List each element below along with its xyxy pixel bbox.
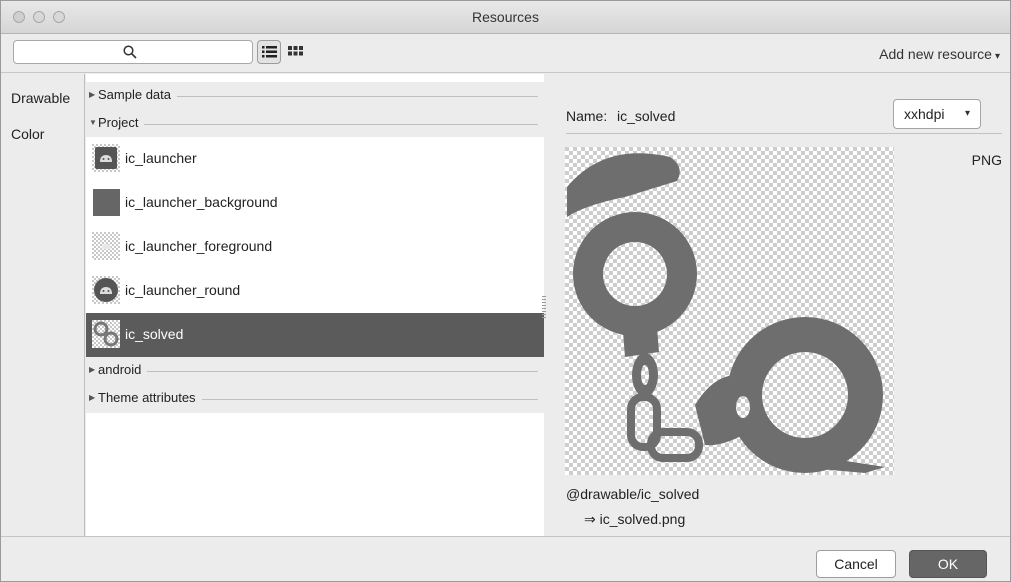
grid-view-icon [288, 46, 303, 56]
chevron-down-icon: ▾ [994, 51, 1000, 62]
android-launcher-icon [92, 144, 120, 172]
list-item-ic-launcher-background[interactable]: ic_launcher_background [86, 181, 544, 225]
list-view-button[interactable] [257, 40, 281, 64]
cancel-button[interactable]: Cancel [816, 550, 896, 578]
grid-view-button[interactable] [284, 40, 308, 64]
group-label: Sample data [98, 87, 177, 102]
resource-path: @drawable/ic_solved [566, 486, 700, 502]
group-header-project[interactable]: ▼ Project [86, 110, 544, 138]
search-icon [123, 45, 137, 59]
group-label: android [98, 362, 148, 377]
group-header-sample-data[interactable]: ▶ Sample data [86, 82, 544, 110]
window-title: Resources [472, 9, 539, 25]
resource-name: ic_solved [125, 326, 184, 342]
toolbar: Add new resource ▾ [1, 35, 1010, 73]
name-value: ic_solved [617, 108, 676, 124]
file-type-label: PNG [971, 152, 1002, 168]
chevron-down-icon: ▾ [964, 108, 970, 119]
resource-type-nav: Drawable Color [1, 74, 85, 536]
background-swatch-icon [93, 189, 120, 216]
handcuffs-icon [92, 320, 120, 348]
name-label: Name: [566, 108, 608, 124]
group-header-theme-attributes[interactable]: ▶ Theme attributes [86, 385, 544, 413]
resource-name: ic_launcher_round [125, 282, 241, 298]
title-bar: Resources [1, 1, 1010, 34]
nav-item-drawable[interactable]: Drawable [11, 90, 70, 106]
resource-name: ic_launcher_background [125, 194, 278, 210]
dialog-footer: Cancel OK [1, 536, 1010, 581]
list-item-ic-launcher[interactable]: ic_launcher [86, 137, 544, 181]
add-new-resource-label: Add new resource [879, 46, 992, 62]
resource-details: Name: ic_solved xxhdpi ▾ PNG @drawable/i… [546, 74, 1010, 536]
resource-name: ic_launcher [125, 150, 197, 166]
handcuffs-icon [565, 147, 894, 475]
android-round-icon [92, 276, 120, 304]
chevron-right-icon: ▶ [89, 365, 96, 374]
list-item-ic-launcher-foreground[interactable]: ic_launcher_foreground [86, 225, 544, 269]
resources-dialog: Resources Add new resource ▾ Drawable Co… [0, 0, 1011, 582]
add-new-resource-menu[interactable]: Add new resource ▾ [879, 46, 1000, 62]
density-value: xxhdpi [904, 106, 945, 122]
resource-name: ic_launcher_foreground [125, 238, 273, 254]
group-label: Project [98, 115, 145, 130]
density-select[interactable]: xxhdpi ▾ [893, 99, 981, 129]
foreground-checker-icon [92, 232, 120, 260]
chevron-down-icon: ▼ [89, 118, 97, 127]
list-view-icon [262, 46, 277, 58]
chevron-right-icon: ▶ [89, 90, 96, 99]
list-item-ic-launcher-round[interactable]: ic_launcher_round [86, 269, 544, 313]
chevron-right-icon: ▶ [89, 393, 96, 402]
search-input[interactable] [13, 40, 253, 64]
resource-list: ▶ Sample data ▼ Project ic_launcher ic_l… [86, 74, 544, 536]
group-label: Theme attributes [98, 390, 202, 405]
resource-file-name: ⇒ ic_solved.png [584, 511, 686, 527]
nav-item-color[interactable]: Color [11, 126, 44, 142]
ok-button[interactable]: OK [909, 550, 987, 578]
list-item-ic-solved[interactable]: ic_solved [86, 313, 544, 357]
group-header-android[interactable]: ▶ android [86, 357, 544, 385]
